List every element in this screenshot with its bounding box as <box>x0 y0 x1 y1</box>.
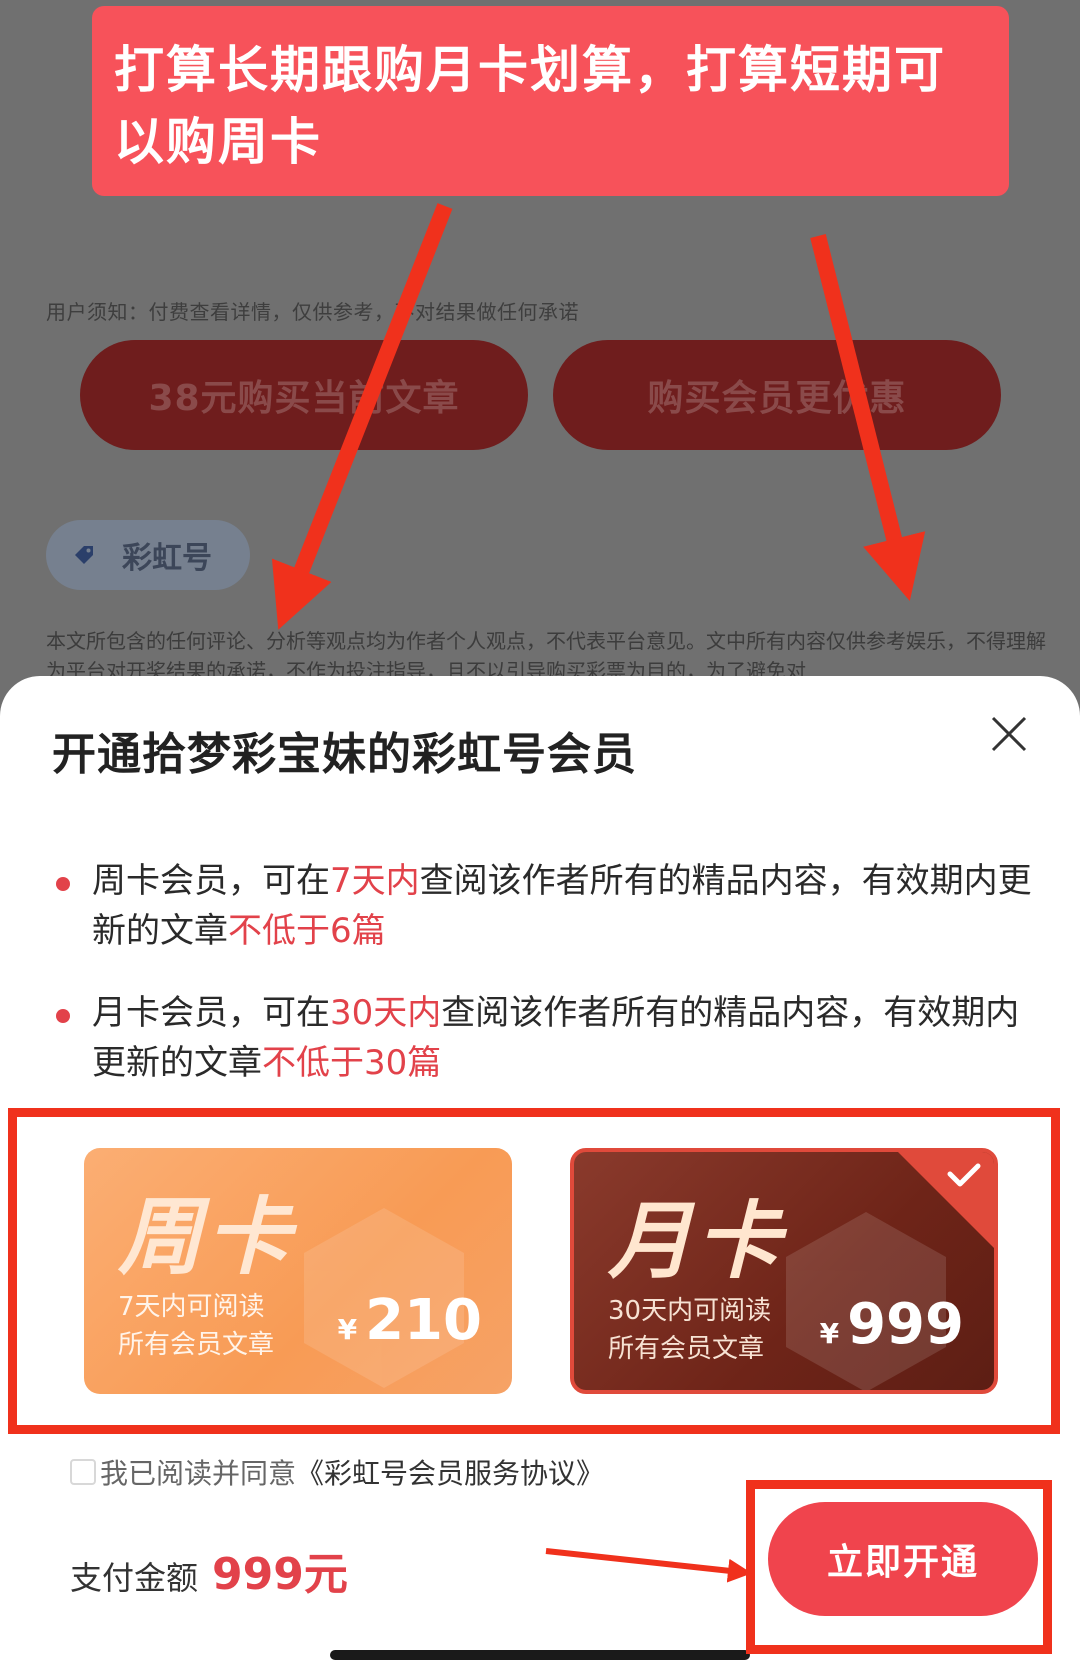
buy-member-button[interactable]: 购买会员更优惠 <box>553 340 1001 450</box>
cards-highlight-frame <box>8 1108 1060 1434</box>
agreement-checkbox[interactable] <box>70 1459 96 1485</box>
close-icon[interactable] <box>985 710 1033 758</box>
agreement-link[interactable]: 《彩虹号会员服务协议》 <box>296 1452 604 1492</box>
annotation-callout: 打算长期跟购月卡划算，打算短期可以购周卡 <box>92 6 1009 196</box>
pay-amount: 999元 <box>212 1549 348 1600</box>
agreement-row[interactable]: 我已阅读并同意 《彩虹号会员服务协议》 <box>70 1452 604 1492</box>
pay-label: 支付金额 <box>70 1559 199 1597</box>
benefit-week: 周卡会员，可在7天内查阅该作者所有的精品内容，有效期内更新的文章不低于6篇 <box>56 856 1036 956</box>
agreement-text: 我已阅读并同意 <box>100 1457 297 1490</box>
button-highlight-frame <box>746 1480 1052 1654</box>
pay-amount-row: 支付金额 999元 <box>70 1538 348 1602</box>
tag-label: 彩虹号 <box>122 541 212 576</box>
benefit-text: 月卡会员，可在 <box>92 993 330 1033</box>
bullet-dot <box>56 877 70 891</box>
rainbow-tag[interactable]: 彩虹号 <box>46 520 250 590</box>
benefit-month: 月卡会员，可在30天内查阅该作者所有的精品内容，有效期内更新的文章不低于30篇 <box>56 988 1036 1088</box>
sheet-title: 开通拾梦彩宝妹的彩虹号会员 <box>52 729 637 780</box>
tag-icon <box>75 546 93 564</box>
home-indicator[interactable] <box>330 1650 750 1660</box>
benefit-highlight: 30天内 <box>330 993 442 1033</box>
benefit-highlight: 7天内 <box>330 861 420 901</box>
benefit-highlight: 不低于6篇 <box>228 911 386 951</box>
user-notice: 用户须知：付费查看详情，仅供参考，不对结果做任何承诺 <box>46 300 579 324</box>
benefit-text: 周卡会员，可在 <box>92 861 330 901</box>
benefit-highlight: 不低于30篇 <box>262 1043 442 1083</box>
buy-article-button[interactable]: 38元购买当前文章 <box>80 340 528 450</box>
bullet-dot <box>56 1009 70 1023</box>
